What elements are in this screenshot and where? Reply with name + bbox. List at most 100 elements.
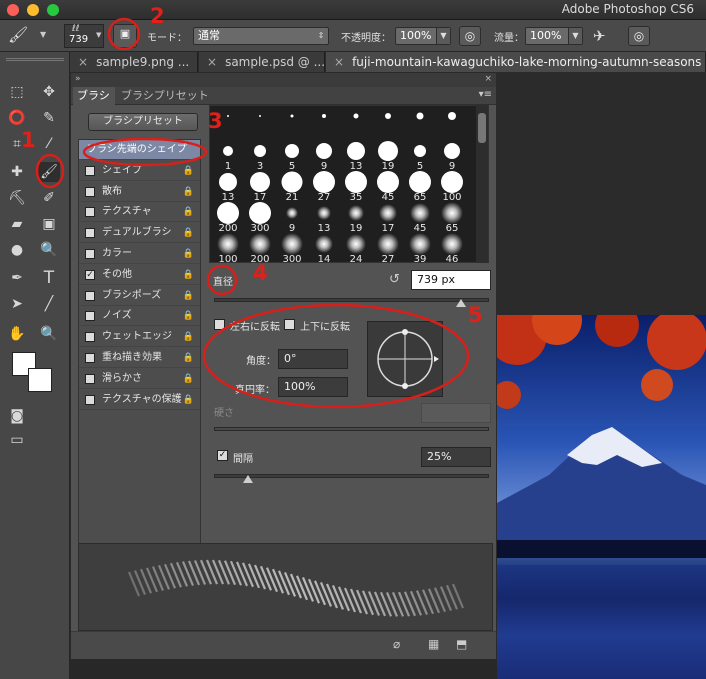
brush-tip[interactable] [308, 110, 340, 140]
pressure-opacity-icon[interactable]: ◎ [459, 26, 481, 46]
brush-tip[interactable]: 45 [372, 171, 404, 203]
lock-icon[interactable]: 🔒 [183, 223, 194, 243]
brush-setting-item[interactable]: デュアルブラシ 🔒 [79, 223, 200, 244]
brush-panel-toggle-button[interactable]: ▣ [113, 24, 137, 48]
brush-tip[interactable]: 17 [372, 203, 404, 234]
brush-tip-grid[interactable]: 1 3 5 9 13 19 5 9 13 17 21 27 35 45 65 100 200 300 9 13 19 17… [209, 105, 489, 265]
lock-icon[interactable]: 🔒 [183, 202, 194, 222]
brush-tool-preset-icon[interactable]: 🖌 [8, 25, 28, 44]
collapse-icon[interactable]: » [75, 74, 81, 84]
brush-setting-checkbox[interactable] [85, 186, 95, 197]
brush-setting-checkbox[interactable] [85, 311, 95, 322]
chevron-down-icon[interactable]: ▼ [96, 31, 101, 39]
spacing-input[interactable]: 25% [421, 447, 491, 467]
brush-tip[interactable]: 35 [340, 171, 372, 203]
spacing-slider[interactable] [214, 474, 489, 478]
brush-tip[interactable]: 24 [340, 234, 372, 265]
lock-icon[interactable]: 🔒 [183, 390, 194, 410]
spacing-slider-knob[interactable] [243, 475, 253, 483]
brush-setting-checkbox[interactable] [85, 249, 95, 259]
lasso-tool-icon[interactable]: ⭕ [6, 108, 28, 128]
background-color-swatch[interactable] [28, 368, 52, 392]
lock-icon[interactable]: 🔒 [183, 306, 194, 326]
marquee-tool-icon[interactable]: ⬚ [6, 82, 28, 102]
brush-setting-checkbox[interactable] [85, 373, 95, 384]
line-tool-icon[interactable]: ╱ [38, 294, 60, 314]
brush-setting-item[interactable]: カラー 🔒 [79, 244, 200, 264]
brush-setting-checkbox[interactable]: ✓ [85, 269, 95, 280]
path-select-tool-icon[interactable]: ➤ [6, 294, 28, 314]
flip-x-checkbox[interactable] [214, 319, 225, 330]
minimize-window-button[interactable] [27, 4, 39, 16]
type-tool-icon[interactable]: T [38, 268, 60, 288]
lock-icon[interactable]: 🔒 [183, 265, 194, 285]
brush-tip[interactable]: 1 [212, 141, 244, 172]
brush-presets-button[interactable]: ブラシプリセット [88, 113, 198, 131]
close-icon[interactable]: × [334, 55, 344, 69]
diameter-slider-knob[interactable] [456, 299, 466, 307]
pressure-size-icon[interactable]: ◎ [628, 26, 650, 46]
brush-tip[interactable]: 45 [404, 203, 436, 234]
brush-tip[interactable]: 39 [404, 233, 436, 265]
brush-setting-checkbox[interactable] [85, 207, 95, 218]
tip-grid-scrollbar[interactable] [476, 105, 488, 263]
toolbox-grip[interactable] [6, 58, 64, 61]
document-tab-active[interactable]: × fuji-mountain-kawaguchiko-lake-morning-… [326, 52, 706, 72]
brush-setting-item[interactable]: ✓ その他 🔒 [79, 265, 200, 285]
brush-setting-item[interactable]: テクスチャの保護 🔒 [79, 390, 200, 410]
brush-tip[interactable]: 14 [308, 234, 340, 265]
zoom-window-button[interactable] [47, 4, 59, 16]
history-brush-tool-icon[interactable]: ✐ [38, 188, 60, 208]
brush-tip[interactable]: 9 [436, 141, 468, 172]
brush-setting-checkbox[interactable] [85, 353, 95, 363]
brush-setting-item[interactable]: ブラシ先端のシェイプ [79, 140, 200, 160]
brush-tip[interactable] [404, 110, 436, 140]
zoom-tool-icon[interactable]: 🔍 [38, 324, 60, 344]
close-icon[interactable]: × [484, 74, 492, 84]
brush-tip[interactable]: 300 [244, 202, 276, 234]
brush-setting-checkbox[interactable] [85, 394, 95, 405]
chevron-down-icon[interactable]: ▼ [568, 28, 582, 44]
hand-tool-icon[interactable]: ✋ [6, 324, 28, 344]
brush-tip[interactable]: 9 [276, 203, 308, 234]
brush-tip[interactable]: 100 [436, 171, 468, 203]
flow-field[interactable]: 100% ▼ [525, 27, 583, 45]
brush-setting-checkbox[interactable] [85, 228, 95, 239]
pen-tool-icon[interactable]: ✒ [6, 268, 28, 288]
spacing-checkbox[interactable]: ✓ [217, 450, 228, 461]
document-tab[interactable]: × sample.psd @ ... [199, 52, 325, 72]
brush-tool-icon[interactable]: 🖌 [38, 162, 60, 182]
tab-brush[interactable]: ブラシ [73, 87, 115, 105]
new-preset-icon[interactable]: ⬒ [456, 637, 467, 651]
brush-tip[interactable]: 65 [404, 171, 436, 203]
brush-grid-icon[interactable]: ▦ [428, 637, 439, 651]
brush-setting-item[interactable]: ノイズ 🔒 [79, 306, 200, 327]
close-window-button[interactable] [7, 4, 19, 16]
angle-roundness-widget[interactable] [367, 321, 443, 397]
diameter-slider[interactable] [214, 298, 489, 302]
brush-tip[interactable]: 46 [436, 233, 468, 265]
brush-setting-item[interactable]: 重ね描き効果 🔒 [79, 348, 200, 368]
brush-setting-item[interactable]: シェイプ 🔒 [79, 161, 200, 181]
toggle-live-tip-icon[interactable]: ⌀ [393, 637, 400, 651]
brush-tip[interactable]: 19 [340, 203, 372, 234]
roundness-input[interactable]: 100% [278, 377, 348, 397]
close-icon[interactable]: × [78, 55, 88, 69]
lock-icon[interactable]: 🔒 [183, 182, 194, 202]
diameter-input[interactable]: 739 px [411, 270, 491, 290]
reset-size-icon[interactable]: ↺ [389, 272, 400, 287]
brush-tip[interactable]: 300 [276, 233, 308, 265]
brush-tip[interactable]: 9 [308, 141, 340, 172]
mode-select[interactable]: 通常 ⇕ [193, 27, 329, 45]
brush-tip[interactable]: 13 [340, 141, 372, 172]
brush-tip[interactable]: 200 [212, 202, 244, 234]
brush-tip[interactable]: 27 [372, 233, 404, 265]
quick-select-tool-icon[interactable]: ✎ [38, 108, 60, 128]
flip-y-checkbox[interactable] [284, 319, 295, 330]
brush-tip[interactable] [244, 110, 276, 140]
brush-setting-checkbox[interactable] [85, 165, 95, 176]
brush-tip[interactable]: 5 [276, 141, 308, 172]
brush-tip[interactable]: 19 [372, 141, 404, 172]
eraser-tool-icon[interactable]: ▰ [6, 214, 28, 234]
brush-setting-item[interactable]: 滑らかさ 🔒 [79, 369, 200, 389]
